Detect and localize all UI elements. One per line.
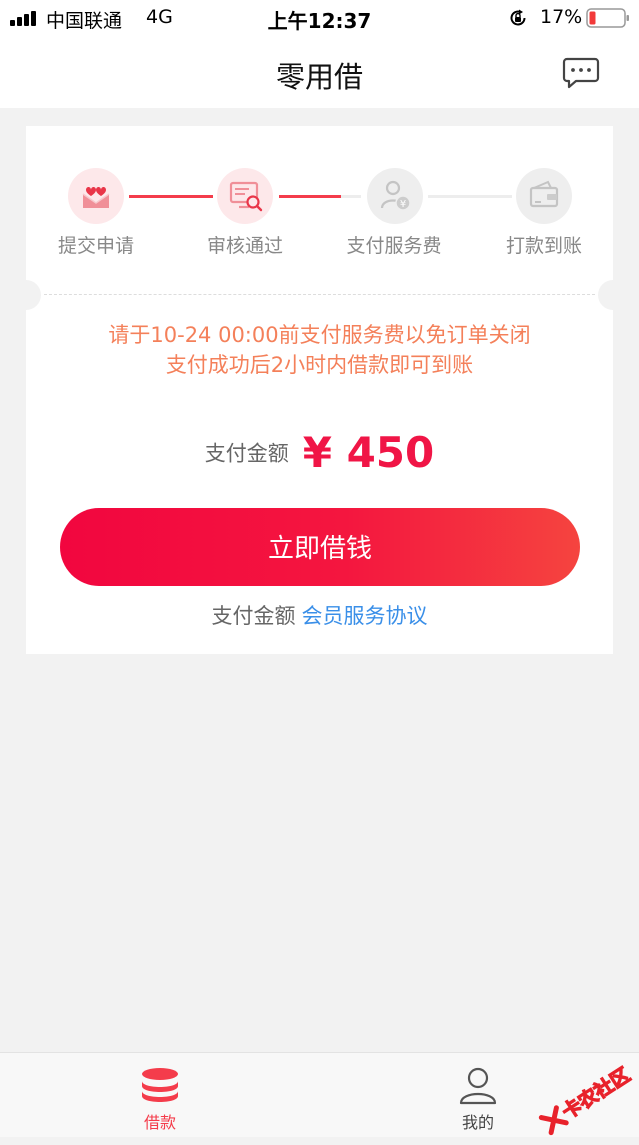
rotation-lock-icon	[510, 9, 526, 26]
notice-line-2: 支付成功后2小时内借款即可到账	[165, 353, 474, 377]
step-label-submit: 提交申请	[57, 235, 134, 257]
user-yen-icon: ¥	[380, 180, 411, 211]
step-label-approved: 审核通过	[206, 235, 283, 257]
battery-percent: 17%	[540, 6, 583, 28]
step-icon-pay-fee: ¥	[367, 168, 423, 224]
step-icon-approved	[217, 168, 273, 224]
member-agreement-link[interactable]: 会员服务协议	[302, 604, 428, 628]
dashed-divider	[44, 294, 595, 295]
step-label-pay-fee: 支付服务费	[346, 235, 442, 257]
screen-search-icon	[229, 181, 263, 212]
amount-value: ¥ 450	[302, 428, 435, 477]
step-icon-submit	[68, 168, 124, 224]
step-connector-3	[428, 195, 512, 198]
message-icon[interactable]	[562, 56, 600, 90]
borrow-now-button[interactable]: 立即借钱	[60, 508, 580, 586]
amount-label: 支付金额	[204, 441, 289, 466]
svg-text:¥: ¥	[400, 199, 406, 210]
status-bar: 中国联通 4G 上午12:37 17%	[0, 0, 639, 36]
card-notch-left	[11, 280, 41, 310]
tab-mine[interactable]: 我的	[398, 1053, 558, 1137]
battery-icon	[586, 8, 629, 28]
step-connector-2	[279, 195, 361, 198]
person-icon	[459, 1067, 497, 1105]
order-card: 提交申请 审核通过 ¥ 支付服务费 打款到账 请于10-24 00:00前支付服…	[11, 126, 628, 654]
agreement-prefix: 支付金额	[211, 604, 296, 628]
step-icon-payout	[516, 168, 572, 224]
payment-deadline-notice: 请于10-24 00:00前支付服务费以免订单关闭 支付成功后2小时内借款即可到…	[26, 320, 613, 380]
coins-stack-icon	[142, 1068, 178, 1102]
step-label-payout: 打款到账	[505, 235, 582, 257]
step-connector-1	[129, 195, 213, 198]
amount-row: 支付金额 ¥ 450	[26, 428, 613, 477]
agreement-row: 支付金额 会员服务协议	[26, 600, 613, 630]
card-notch-right	[598, 280, 628, 310]
nav-bar: 零用借	[0, 36, 639, 108]
page-title: 零用借	[275, 60, 363, 94]
notice-line-1: 请于10-24 00:00前支付服务费以免订单关闭	[108, 323, 531, 347]
tab-label-loan: 借款	[143, 1113, 176, 1132]
envelope-hearts-icon	[82, 187, 110, 208]
wallet-icon	[529, 180, 559, 208]
tab-loan[interactable]: 借款	[80, 1053, 240, 1137]
